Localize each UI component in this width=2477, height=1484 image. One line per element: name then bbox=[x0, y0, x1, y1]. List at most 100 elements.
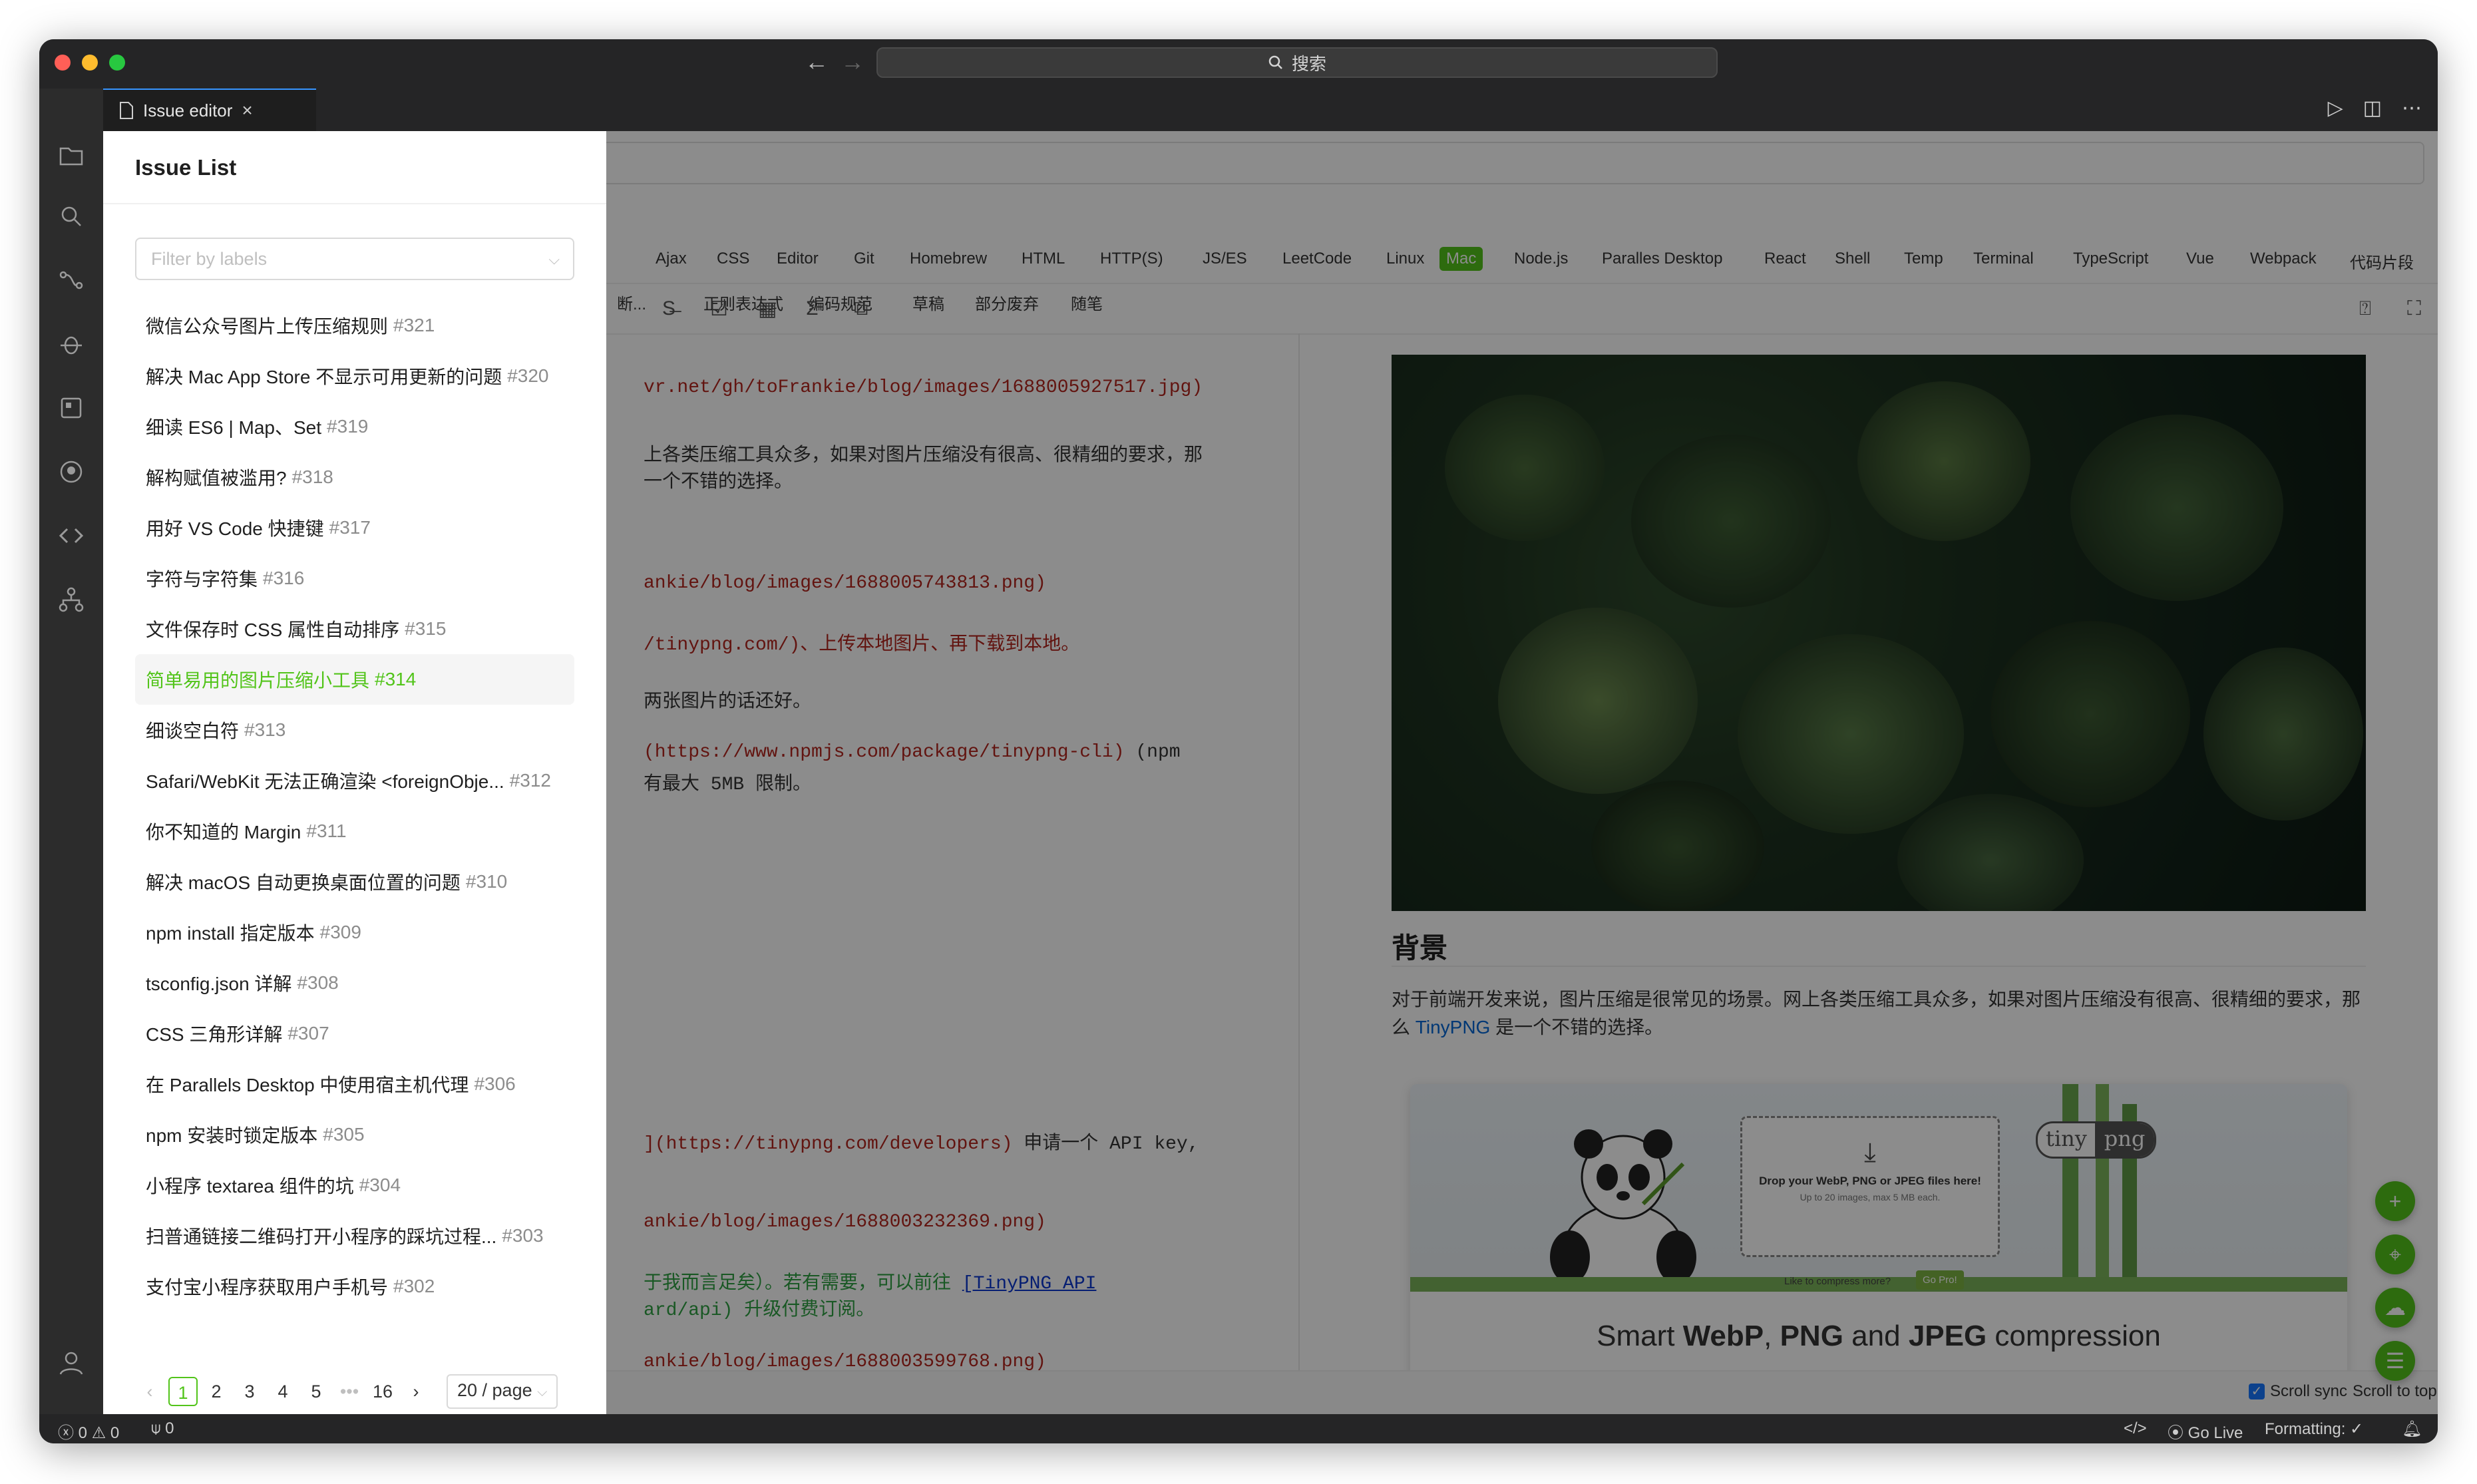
source-control-icon[interactable] bbox=[58, 267, 85, 293]
issue-list-drawer: Issue List Filter by labels ⌵ 微信公众号图片上传压… bbox=[103, 131, 606, 1414]
issue-list-item[interactable]: tsconfig.json 详解 #308 bbox=[135, 958, 574, 1008]
issue-title: 解决 macOS 自动更换桌面位置的问题 bbox=[146, 872, 461, 893]
explorer-icon[interactable] bbox=[58, 142, 85, 168]
back-arrow-icon[interactable]: ← bbox=[805, 49, 829, 75]
ports-indicator[interactable]: ⍦ 0 bbox=[151, 1419, 174, 1438]
issue-number: #303 bbox=[502, 1225, 544, 1246]
code-brackets-icon[interactable]: </> bbox=[2124, 1419, 2147, 1438]
issue-title: 细读 ES6 | Map、Set bbox=[146, 417, 322, 438]
close-tab-icon[interactable]: × bbox=[242, 100, 252, 121]
issue-list-item[interactable]: 解决 Mac App Store 不显示可用更新的问题 #320 bbox=[135, 351, 574, 401]
forward-arrow-icon[interactable]: → bbox=[841, 49, 864, 75]
minimize-window-button[interactable] bbox=[82, 55, 98, 71]
search-sidebar-icon[interactable] bbox=[58, 203, 85, 230]
issue-list-item[interactable]: 扫普通链接二维码打开小程序的踩坑过程... #303 bbox=[135, 1210, 574, 1261]
page-1[interactable]: 1 bbox=[168, 1377, 198, 1406]
page-2[interactable]: 2 bbox=[202, 1377, 231, 1406]
issue-list-item[interactable]: 支付宝小程序获取用户手机号 #302 bbox=[135, 1261, 574, 1312]
go-live-button[interactable]: ⦿ Go Live bbox=[2168, 1419, 2243, 1443]
issue-number: #305 bbox=[323, 1124, 365, 1145]
page-last[interactable]: 16 bbox=[368, 1377, 397, 1406]
issue-number: #312 bbox=[509, 770, 551, 791]
hierarchy-icon[interactable] bbox=[58, 586, 85, 613]
issue-list-item[interactable]: npm install 指定版本 #309 bbox=[135, 907, 574, 958]
issue-title: 微信公众号图片上传压缩规则 bbox=[146, 316, 389, 337]
page-size-select[interactable]: 20 / page ⌵ bbox=[447, 1374, 558, 1409]
warning-count: 0 bbox=[110, 1424, 120, 1442]
issue-title: 解决 Mac App Store 不显示可用更新的问题 bbox=[146, 367, 502, 387]
issue-list-item[interactable]: 在 Parallels Desktop 中使用宿主机代理 #306 bbox=[135, 1059, 574, 1109]
file-icon bbox=[120, 102, 133, 119]
more-actions-icon[interactable]: ⋯ bbox=[2402, 96, 2422, 120]
issue-title: npm install 指定版本 bbox=[146, 923, 315, 944]
zoom-window-button[interactable] bbox=[109, 55, 125, 71]
chevron-down-icon: ⌵ bbox=[537, 1385, 548, 1399]
go-live-label: Go Live bbox=[2188, 1424, 2243, 1442]
issue-title: 字符与字符集 bbox=[146, 569, 258, 590]
search-placeholder: 搜索 bbox=[1291, 53, 1326, 74]
pagination: ‹ 1 2 3 4 5 ••• 16 › 20 / page ⌵ bbox=[135, 1374, 558, 1409]
search-icon bbox=[1268, 55, 1282, 69]
issue-number: #304 bbox=[359, 1175, 401, 1195]
issue-list-item[interactable]: Safari/WebKit 无法正确渲染 <foreignObje... #312 bbox=[135, 755, 574, 806]
label-filter-select[interactable]: Filter by labels ⌵ bbox=[135, 238, 574, 280]
page-5[interactable]: 5 bbox=[301, 1377, 331, 1406]
close-window-button[interactable] bbox=[55, 55, 71, 71]
page-size-label: 20 / page bbox=[457, 1380, 532, 1400]
issue-title: Safari/WebKit 无法正确渲染 <foreignObje... bbox=[146, 771, 504, 792]
issue-title: 小程序 textarea 组件的坑 bbox=[146, 1176, 354, 1197]
command-search-bar[interactable]: 搜索 bbox=[876, 47, 1718, 78]
issue-list-item[interactable]: 字符与字符集 #316 bbox=[135, 553, 574, 604]
issue-number: #309 bbox=[319, 922, 361, 942]
chevron-down-icon: ⌵ bbox=[548, 251, 560, 268]
issue-number: #321 bbox=[393, 315, 435, 335]
issue-title: tsconfig.json 详解 bbox=[146, 974, 292, 994]
debug-icon[interactable] bbox=[58, 331, 85, 357]
page-3[interactable]: 3 bbox=[235, 1377, 264, 1406]
extensions-icon[interactable] bbox=[58, 395, 85, 421]
issue-number: #315 bbox=[405, 618, 447, 639]
issue-list-item[interactable]: 你不知道的 Margin #311 bbox=[135, 806, 574, 856]
issue-list-item[interactable]: 微信公众号图片上传压缩规则 #321 bbox=[135, 300, 574, 351]
issue-title: 你不知道的 Margin bbox=[146, 822, 301, 842]
editor-actions: ▷ ◫ ⋯ bbox=[2328, 96, 2422, 120]
error-count: 0 bbox=[78, 1424, 88, 1442]
split-editor-icon[interactable]: ◫ bbox=[2363, 96, 2382, 120]
problems-indicator[interactable]: ⓧ 0 ⚠ 0 bbox=[58, 1419, 119, 1443]
formatting-status[interactable]: Formatting: ✓ bbox=[2265, 1419, 2363, 1439]
activity-bar bbox=[39, 89, 103, 1435]
issue-title: 简单易用的图片压缩小工具 bbox=[146, 670, 370, 691]
issue-list-item[interactable]: 小程序 textarea 组件的坑 #304 bbox=[135, 1160, 574, 1210]
page-4[interactable]: 4 bbox=[268, 1377, 297, 1406]
code-icon[interactable] bbox=[58, 522, 85, 549]
run-icon[interactable]: ▷ bbox=[2328, 96, 2343, 120]
issue-number: #311 bbox=[306, 821, 347, 841]
issue-list-item[interactable]: 用好 VS Code 快捷键 #317 bbox=[135, 502, 574, 553]
issue-title: 文件保存时 CSS 属性自动排序 bbox=[146, 620, 400, 640]
status-bar: ⓧ 0 ⚠ 0 ⍦ 0 </> ⦿ Go Live Formatting: ✓ … bbox=[39, 1414, 2438, 1443]
issue-list-item[interactable]: npm 安装时锁定版本 #305 bbox=[135, 1109, 574, 1160]
issue-list-item[interactable]: 细谈空白符 #313 bbox=[135, 705, 574, 755]
next-page-icon[interactable]: › bbox=[401, 1377, 431, 1406]
page-ellipsis[interactable]: ••• bbox=[335, 1377, 364, 1406]
prev-page-icon[interactable]: ‹ bbox=[135, 1377, 164, 1406]
issue-list-item[interactable]: 解构赋值被滥用? #318 bbox=[135, 452, 574, 502]
issue-list-item[interactable]: 细读 ES6 | Map、Set #319 bbox=[135, 401, 574, 452]
account-icon[interactable] bbox=[58, 1349, 85, 1376]
issue-list-item[interactable]: CSS 三角形详解 #307 bbox=[135, 1008, 574, 1059]
issue-title: CSS 三角形详解 bbox=[146, 1024, 283, 1045]
issue-number: #307 bbox=[287, 1023, 329, 1043]
github-icon[interactable] bbox=[58, 459, 85, 485]
issue-list: 微信公众号图片上传压缩规则 #321 解决 Mac App Store 不显示可用更… bbox=[135, 300, 574, 1312]
drawer-header-divider bbox=[103, 203, 606, 204]
tab-label: Issue editor bbox=[143, 100, 233, 120]
issue-list-item[interactable]: 解决 macOS 自动更换桌面位置的问题 #310 bbox=[135, 856, 574, 907]
drawer-title: Issue List bbox=[135, 155, 237, 180]
issue-number: #316 bbox=[263, 568, 305, 588]
issue-list-item[interactable]: 简单易用的图片压缩小工具 #314 bbox=[135, 654, 574, 705]
issue-list-item[interactable]: 文件保存时 CSS 属性自动排序 #315 bbox=[135, 604, 574, 654]
notifications-bell-icon[interactable]: 🔔︎ bbox=[2402, 1419, 2422, 1439]
tab-issue-editor[interactable]: Issue editor × bbox=[103, 89, 316, 131]
issue-number: #308 bbox=[297, 972, 339, 993]
issue-number: #310 bbox=[465, 871, 508, 892]
